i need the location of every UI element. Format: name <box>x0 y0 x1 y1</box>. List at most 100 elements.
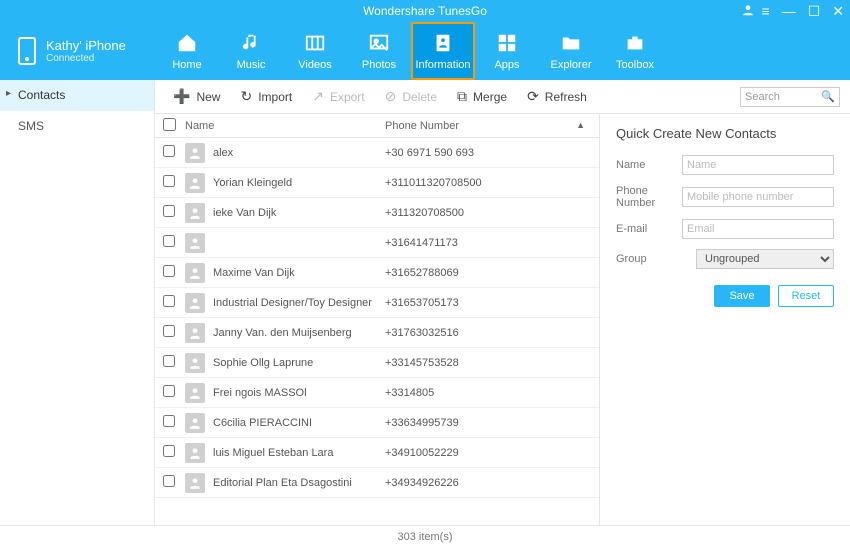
select-all-checkbox[interactable] <box>163 118 176 131</box>
sidebar-item-contacts[interactable]: Contacts <box>0 80 154 111</box>
refresh-button[interactable]: ⟳Refresh <box>519 84 595 109</box>
contact-name: ieke Van Dijk <box>213 207 385 219</box>
row-checkbox[interactable] <box>163 235 175 247</box>
import-button[interactable]: ↻Import <box>232 84 300 109</box>
main-nav: HomeMusic Videos PhotosInformationApps Expl… <box>155 22 667 80</box>
export-button: ↗Export <box>304 84 372 109</box>
phone-icon <box>18 37 36 65</box>
contact-phone: +3314805 <box>385 387 599 399</box>
avatar-icon <box>185 143 205 163</box>
avatar-icon <box>185 323 205 343</box>
minimize-icon[interactable]: — <box>782 3 796 19</box>
table-row[interactable]: Yorian Kleingeld+311011320708500 <box>155 168 599 198</box>
contact-name: Frei ngois MASSOl <box>213 387 385 399</box>
nav-music[interactable]: Music <box>219 22 283 80</box>
nav-explorer[interactable]: Explorer <box>539 22 603 80</box>
quick-create-panel: Quick Create New Contacts Name Phone Num… <box>600 114 850 525</box>
row-checkbox[interactable] <box>163 445 175 457</box>
avatar-icon <box>185 443 205 463</box>
phone-field[interactable] <box>682 187 834 207</box>
close-icon[interactable]: ✕ <box>832 3 844 20</box>
item-count: 303 item(s) <box>397 531 452 543</box>
contact-list: Name Phone Number▲ alex+30 6971 590 693Y… <box>155 114 600 525</box>
maximize-icon[interactable]: ☐ <box>808 3 821 20</box>
search-input[interactable]: Search 🔍 <box>740 87 840 107</box>
contact-phone: +33145753528 <box>385 357 599 369</box>
table-row[interactable]: Editorial Plan Eta Dsagostini+3493492622… <box>155 468 599 498</box>
avatar-icon <box>185 383 205 403</box>
search-icon: 🔍 <box>821 90 835 103</box>
table-row[interactable]: Frei ngois MASSOl+3314805 <box>155 378 599 408</box>
information-icon <box>431 31 455 55</box>
name-field[interactable] <box>682 155 834 175</box>
nav-videos[interactable]: Videos <box>283 22 347 80</box>
table-row[interactable]: Industrial Designer/Toy Designer+3165370… <box>155 288 599 318</box>
email-label: E-mail <box>616 223 682 235</box>
row-checkbox[interactable] <box>163 325 175 337</box>
contact-name: Maxime Van Dijk <box>213 267 385 279</box>
group-select[interactable]: Ungrouped <box>696 249 834 269</box>
export-icon: ↗ <box>312 88 324 105</box>
table-row[interactable]: luis Miguel Esteban Lara+34910052229 <box>155 438 599 468</box>
column-phone[interactable]: Phone Number▲ <box>385 120 599 132</box>
nav-information[interactable]: Information <box>411 22 475 80</box>
table-row[interactable]: Janny Van. den Muijsenberg+31763032516 <box>155 318 599 348</box>
contact-phone: +31653705173 <box>385 297 599 309</box>
merge-button[interactable]: ⧉Merge <box>449 84 515 109</box>
contact-phone: +34910052229 <box>385 447 599 459</box>
row-checkbox[interactable] <box>163 355 175 367</box>
home-icon <box>175 31 199 55</box>
row-checkbox[interactable] <box>163 475 175 487</box>
delete-icon: ⊘ <box>385 88 397 105</box>
app-title: Wondershare TunesGo <box>363 4 487 18</box>
table-row[interactable]: alex+30 6971 590 693 <box>155 138 599 168</box>
nav-label: Videos <box>298 59 331 71</box>
row-checkbox[interactable] <box>163 265 175 277</box>
save-button[interactable]: Save <box>714 285 770 307</box>
title-bar: Wondershare TunesGo ≡ — ☐ ✕ <box>0 0 850 22</box>
sidebar: ContactsSMS <box>0 80 155 525</box>
sidebar-item-sms[interactable]: SMS <box>0 111 154 142</box>
row-checkbox[interactable] <box>163 175 175 187</box>
status-bar: 303 item(s) <box>0 525 850 547</box>
row-checkbox[interactable] <box>163 205 175 217</box>
nav-label: Toolbox <box>616 59 654 71</box>
photos-icon <box>367 31 391 55</box>
table-row[interactable]: +31641471173 <box>155 228 599 258</box>
nav-home[interactable]: Home <box>155 22 219 80</box>
merge-icon: ⧉ <box>457 88 467 105</box>
row-checkbox[interactable] <box>163 415 175 427</box>
explorer-icon <box>559 31 583 55</box>
table-row[interactable]: Sophie Ollg Laprune+33145753528 <box>155 348 599 378</box>
contact-name: Sophie Ollg Laprune <box>213 357 385 369</box>
nav-apps[interactable]: Apps <box>475 22 539 80</box>
nav-photos[interactable]: Photos <box>347 22 411 80</box>
avatar-icon <box>185 293 205 313</box>
contact-name: Yorian Kleingeld <box>213 177 385 189</box>
table-row[interactable]: ieke Van Dijk+311320708500 <box>155 198 599 228</box>
contact-phone: +31652788069 <box>385 267 599 279</box>
sort-icon: ▲ <box>576 120 585 130</box>
new-button[interactable]: ➕New <box>165 84 228 109</box>
row-checkbox[interactable] <box>163 295 175 307</box>
videos-icon <box>303 31 327 55</box>
contact-phone: +34934926226 <box>385 477 599 489</box>
avatar-icon <box>185 413 205 433</box>
avatar-icon <box>185 473 205 493</box>
device-status: Connected <box>46 53 126 64</box>
column-name[interactable]: Name <box>185 120 385 132</box>
avatar-icon <box>185 203 205 223</box>
music-icon <box>239 31 263 55</box>
reset-button[interactable]: Reset <box>778 285 834 307</box>
table-row[interactable]: C6cilia PIERACCINI+33634995739 <box>155 408 599 438</box>
nav-toolbox[interactable]: Toolbox <box>603 22 667 80</box>
settings-icon[interactable]: ≡ <box>762 3 770 19</box>
row-checkbox[interactable] <box>163 145 175 157</box>
top-bar: Kathy' iPhone Connected HomeMusicVideosP… <box>0 22 850 80</box>
nav-label: Explorer <box>551 59 592 71</box>
contact-phone: +311011320708500 <box>385 177 599 189</box>
user-icon[interactable] <box>741 3 755 20</box>
table-row[interactable]: Maxime Van Dijk+31652788069 <box>155 258 599 288</box>
email-field[interactable] <box>682 219 834 239</box>
row-checkbox[interactable] <box>163 385 175 397</box>
